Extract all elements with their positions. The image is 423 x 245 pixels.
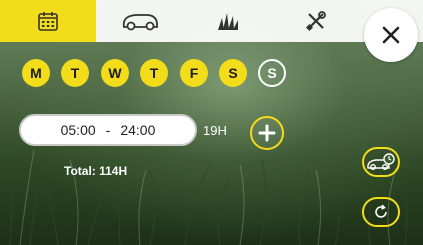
day-tuesday[interactable]: T [61,59,89,87]
top-tab-bar [0,0,423,42]
day-monday[interactable]: M [22,59,50,87]
time-range-field[interactable]: 05:00 - 24:00 [19,114,197,146]
time-separator: - [105,122,111,138]
end-time: 24:00 [120,122,156,138]
start-time: 05:00 [60,122,96,138]
grass-icon [218,13,238,30]
tab-grass[interactable] [184,0,272,42]
refresh-icon [375,204,387,218]
tab-schedule[interactable] [0,0,96,42]
calendar-icon [38,12,58,31]
mower-clock-icon [367,153,395,170]
day-friday[interactable]: F [180,59,208,87]
day-saturday[interactable]: S [219,59,247,87]
reset-button[interactable] [362,197,400,227]
add-schedule-button[interactable] [250,116,284,150]
schedule-screen: M T W T F S S 05:00 - 24:00 19H Total: 1… [0,0,423,245]
plus-icon [258,124,276,142]
mower-timer-button[interactable] [362,147,400,177]
schedule-duration: 19H [203,123,227,138]
day-wednesday[interactable]: W [101,59,129,87]
day-thursday[interactable]: T [140,59,168,87]
total-hours: Total: 114H [64,164,128,178]
tab-mower[interactable] [96,0,184,42]
close-button[interactable] [364,8,418,62]
mower-icon [122,14,158,31]
close-icon [382,26,400,44]
tools-icon [305,11,326,32]
day-sunday[interactable]: S [258,59,286,87]
tab-settings[interactable] [272,0,360,42]
